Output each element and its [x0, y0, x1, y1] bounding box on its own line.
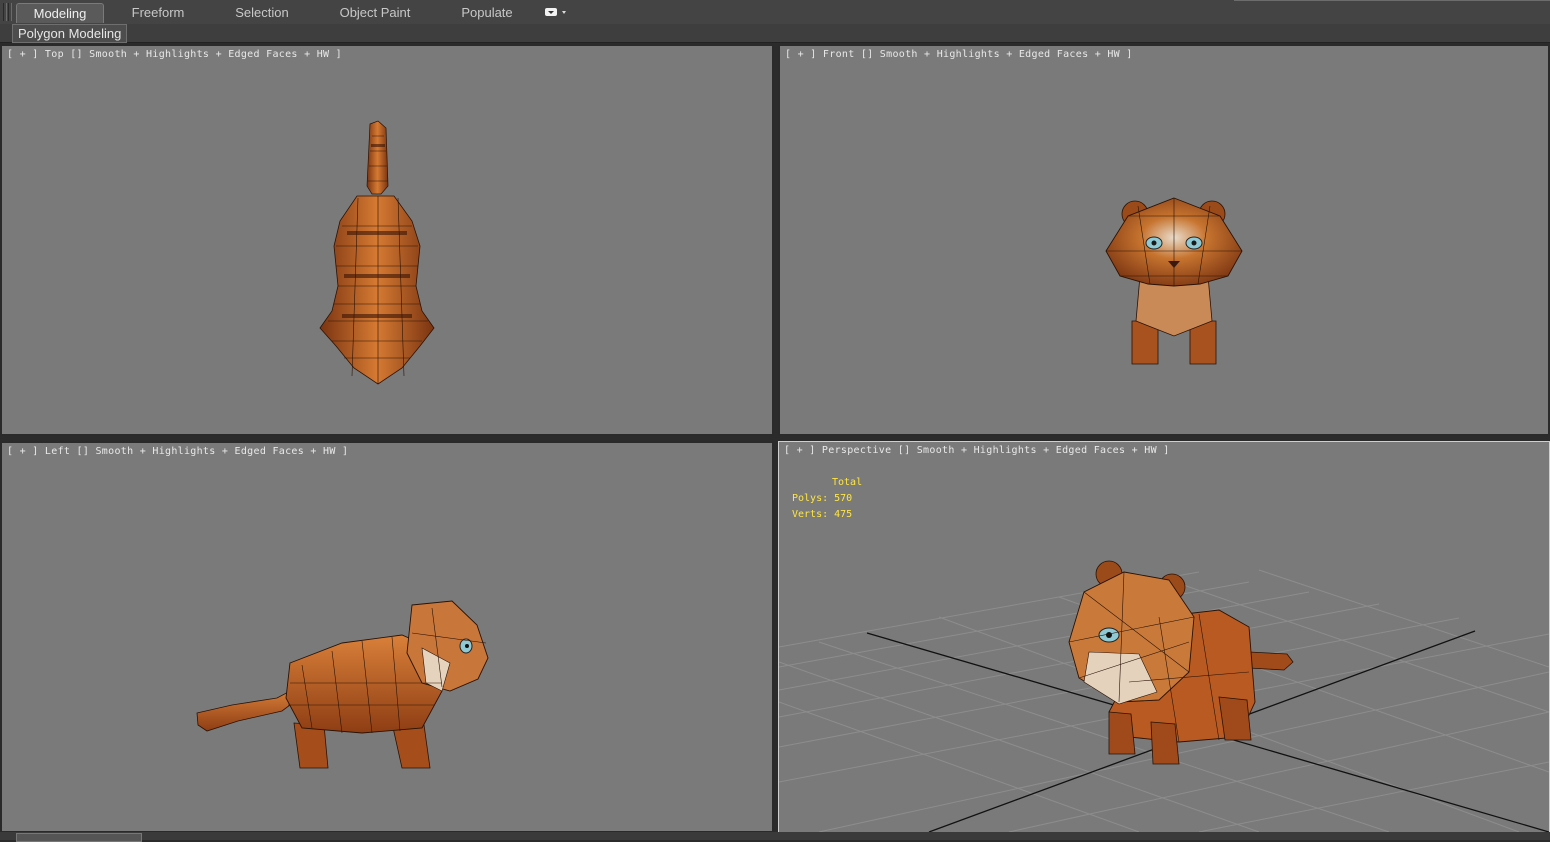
ribbon-panel-row: Polygon Modeling — [0, 24, 1550, 43]
ribbon-grip-2[interactable] — [8, 3, 12, 21]
viewport-top[interactable]: [ + ] Top [] Smooth + Highlights + Edged… — [0, 44, 774, 436]
perspective-scene — [779, 560, 1549, 832]
tab-modeling[interactable]: Modeling — [16, 3, 104, 23]
ribbon-tab-bar: Modeling Freeform Selection Object Paint… — [0, 0, 1550, 25]
polygon-modeling-panel-label[interactable]: Polygon Modeling — [12, 24, 128, 43]
time-slider-track[interactable] — [0, 832, 1550, 840]
viewport-perspective[interactable]: [ + ] Perspective [] Smooth + Highlights… — [778, 441, 1550, 833]
tiger-left-view — [196, 600, 489, 769]
viewport-front[interactable]: [ + ] Front [] Smooth + Highlights + Edg… — [778, 44, 1550, 436]
tiger-top-view — [319, 120, 435, 385]
tiger-front-view — [1105, 197, 1243, 365]
tab-freeform[interactable]: Freeform — [118, 3, 198, 22]
tab-populate[interactable]: Populate — [448, 3, 526, 22]
tab-object-paint[interactable]: Object Paint — [330, 3, 420, 22]
tab-selection[interactable]: Selection — [222, 3, 302, 22]
ribbon-grip[interactable] — [3, 3, 7, 21]
ribbon-options-icon[interactable] — [544, 6, 568, 19]
time-slider-handle[interactable] — [16, 833, 142, 842]
viewport-left[interactable]: [ + ] Left [] Smooth + Highlights + Edge… — [0, 441, 774, 833]
tabbar-divider — [1234, 0, 1550, 1]
